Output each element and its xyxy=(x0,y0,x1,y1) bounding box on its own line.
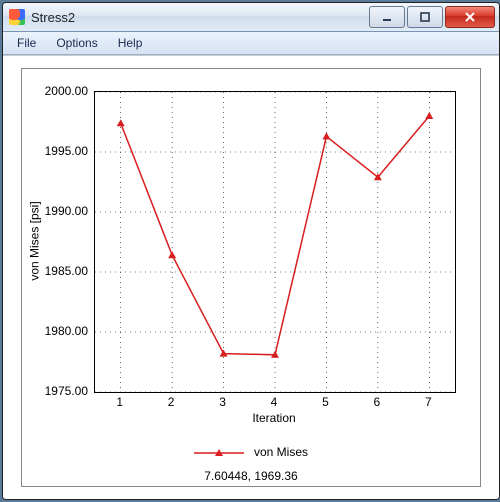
menu-help[interactable]: Help xyxy=(108,34,153,52)
y-axis-label-wrap: von Mises [psi] xyxy=(28,91,42,391)
x-tick-label: 3 xyxy=(213,395,233,409)
x-tick-label: 4 xyxy=(264,395,284,409)
maximize-icon xyxy=(420,12,430,22)
close-button[interactable] xyxy=(445,6,495,28)
maximize-button[interactable] xyxy=(407,6,443,28)
close-icon xyxy=(464,12,476,22)
legend: von Mises xyxy=(22,445,480,459)
titlebar[interactable]: Stress2 xyxy=(3,3,499,32)
app-icon xyxy=(9,9,25,25)
menu-file[interactable]: File xyxy=(7,34,46,52)
menubar: File Options Help xyxy=(3,32,499,55)
chart-panel: von Mises [psi] Iteration 1975.00 1980.00… xyxy=(21,68,481,487)
cursor-readout: 7.60448, 1969.36 xyxy=(22,469,480,483)
legend-label: von Mises xyxy=(254,445,308,459)
y-tick-label: 1995.00 xyxy=(36,144,94,158)
x-tick-label: 6 xyxy=(367,395,387,409)
x-tick-label: 1 xyxy=(110,395,130,409)
y-tick-label: 1975.00 xyxy=(36,384,94,398)
window-buttons xyxy=(369,6,495,28)
y-tick-label: 2000.00 xyxy=(36,84,94,98)
plot-canvas xyxy=(95,92,455,392)
x-tick-label: 7 xyxy=(418,395,438,409)
content-area: von Mises [psi] Iteration 1975.00 1980.00… xyxy=(3,55,499,499)
y-tick-label: 1990.00 xyxy=(36,204,94,218)
plot-area[interactable] xyxy=(94,91,456,393)
app-window: Stress2 File Options Help von Mises [psi… xyxy=(2,2,500,500)
x-tick-label: 5 xyxy=(315,395,335,409)
minimize-icon xyxy=(382,12,392,22)
legend-swatch xyxy=(194,447,244,457)
y-tick-label: 1980.00 xyxy=(36,324,94,338)
y-tick-label: 1985.00 xyxy=(36,264,94,278)
window-title: Stress2 xyxy=(31,10,369,25)
minimize-button[interactable] xyxy=(369,6,405,28)
menu-options[interactable]: Options xyxy=(46,34,107,52)
x-tick-label: 2 xyxy=(161,395,181,409)
x-axis-label: Iteration xyxy=(94,411,454,425)
